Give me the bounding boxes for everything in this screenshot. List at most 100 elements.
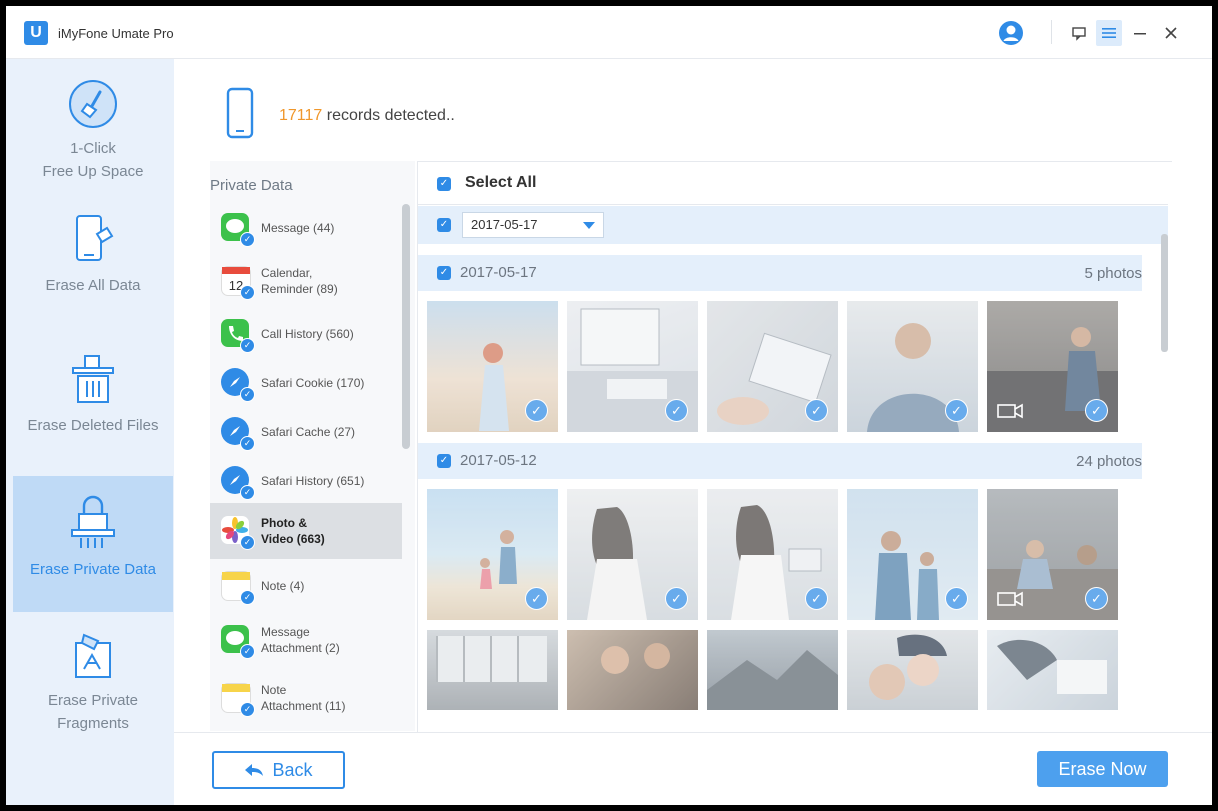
menu-icon[interactable] bbox=[1096, 20, 1122, 46]
records-detected: 17117 records detected.. bbox=[279, 107, 455, 125]
category-message[interactable]: ✓ Message (44) bbox=[210, 205, 402, 251]
select-all-checkbox[interactable]: ✓ bbox=[437, 177, 451, 191]
private-data-list: Private Data ✓ Message (44) 12 ✓ Calenda… bbox=[210, 161, 415, 731]
app-title: iMyFone Umate Pro bbox=[58, 26, 174, 41]
date-filter-row: ✓ 2017-05-17 bbox=[418, 206, 1168, 244]
photo-thumbnail[interactable] bbox=[427, 630, 558, 710]
checked-icon: ✓ bbox=[240, 232, 255, 247]
select-all-row: ✓ Select All bbox=[418, 162, 1168, 205]
photo-thumbnail[interactable] bbox=[707, 630, 838, 710]
sidebar-item-label: Erase Private Data bbox=[30, 561, 156, 578]
video-icon bbox=[997, 591, 1023, 607]
phone-erase-icon bbox=[76, 215, 114, 261]
sidebar-item-label: Free Up Space bbox=[42, 163, 144, 180]
group-checkbox[interactable]: ✓ bbox=[437, 266, 451, 280]
back-arrow-icon bbox=[245, 764, 264, 776]
chevron-down-icon bbox=[583, 222, 595, 229]
checked-icon: ✓ bbox=[240, 702, 255, 717]
app-window: U iMyFone Umate Pro 1-Click Free Up Spac… bbox=[6, 6, 1212, 805]
sidebar-item-label: Fragments bbox=[57, 715, 129, 732]
photo-thumbnail[interactable]: ✓ bbox=[427, 489, 558, 620]
checked-icon: ✓ bbox=[240, 338, 255, 353]
category-note[interactable]: ✓ Note (4) bbox=[210, 563, 402, 609]
checked-icon: ✓ bbox=[240, 644, 255, 659]
lock-shredder-icon bbox=[71, 495, 115, 548]
category-label: Message (44) bbox=[261, 221, 335, 235]
checked-icon: ✓ bbox=[665, 399, 688, 422]
photo-thumbnail[interactable] bbox=[567, 630, 698, 710]
category-label: Calendar, bbox=[261, 266, 313, 280]
minimize-icon[interactable] bbox=[1127, 20, 1153, 46]
group-count: 24 photos bbox=[1076, 453, 1142, 470]
category-message-attachment[interactable]: ✓ Message Attachment (2) bbox=[210, 617, 402, 663]
photo-thumbnail[interactable]: ✓ bbox=[987, 301, 1118, 432]
category-label: Safari History (651) bbox=[261, 474, 365, 488]
photo-thumbnail[interactable]: ✓ bbox=[847, 301, 978, 432]
checked-icon: ✓ bbox=[240, 535, 255, 550]
group-checkbox[interactable]: ✓ bbox=[437, 454, 451, 468]
back-button[interactable]: Back bbox=[212, 751, 345, 789]
sidebar-item-erase-deleted-files[interactable]: Erase Deleted Files bbox=[13, 354, 173, 444]
checked-icon: ✓ bbox=[1085, 587, 1108, 610]
category-label: Message bbox=[261, 625, 310, 639]
account-icon[interactable] bbox=[998, 20, 1024, 46]
record-text: records detected.. bbox=[326, 107, 455, 124]
title-separator bbox=[1051, 20, 1052, 44]
group-count: 5 photos bbox=[1084, 265, 1142, 282]
sidebar-item-erase-private-fragments[interactable]: Erase Private Fragments bbox=[13, 631, 173, 751]
group-date: 2017-05-17 bbox=[460, 264, 537, 281]
photo-group-header: ✓ 2017-05-17 5 photos bbox=[418, 255, 1142, 291]
sidebar-item-erase-all-data[interactable]: Erase All Data bbox=[13, 214, 173, 304]
photo-thumbnail[interactable]: ✓ bbox=[707, 301, 838, 432]
sidebar-item-erase-private-data[interactable]: Erase Private Data bbox=[13, 476, 173, 612]
photo-scrollbar[interactable] bbox=[1161, 234, 1168, 352]
category-safari-cache[interactable]: ✓ Safari Cache (27) bbox=[210, 409, 402, 455]
category-call-history[interactable]: ✓ Call History (560) bbox=[210, 311, 402, 357]
sidebar-item-label: Erase Private bbox=[47, 692, 139, 709]
category-safari-history[interactable]: ✓ Safari History (651) bbox=[210, 458, 402, 504]
erase-now-button[interactable]: Erase Now bbox=[1037, 751, 1168, 787]
main-content: 17117 records detected.. Private Data ✓ … bbox=[174, 59, 1212, 805]
category-scrollbar[interactable] bbox=[402, 204, 410, 449]
sidebar: 1-Click Free Up Space Erase All Data Era… bbox=[6, 59, 174, 805]
checked-icon: ✓ bbox=[665, 587, 688, 610]
feedback-icon[interactable] bbox=[1066, 20, 1092, 46]
broom-icon bbox=[69, 80, 117, 128]
private-data-title: Private Data bbox=[210, 177, 293, 194]
photo-thumbnail[interactable]: ✓ bbox=[987, 489, 1118, 620]
checked-icon: ✓ bbox=[240, 387, 255, 402]
photo-thumbnail[interactable]: ✓ bbox=[567, 489, 698, 620]
title-bar: U iMyFone Umate Pro bbox=[6, 6, 1212, 59]
erase-now-label: Erase Now bbox=[1058, 758, 1147, 779]
category-label: Attachment (2) bbox=[261, 641, 340, 655]
sidebar-item-label: 1-Click bbox=[70, 140, 116, 157]
photo-thumbnail[interactable]: ✓ bbox=[847, 489, 978, 620]
photo-panel: ✓ Select All ✓ 2017-05-17 ✓ 2017-05-17 5… bbox=[417, 161, 1172, 732]
checked-icon: ✓ bbox=[1085, 399, 1108, 422]
category-safari-cookie[interactable]: ✓ Safari Cookie (170) bbox=[210, 360, 402, 406]
filter-checkbox[interactable]: ✓ bbox=[437, 218, 451, 232]
category-label: Safari Cookie (170) bbox=[261, 376, 365, 390]
sidebar-item-label: Erase Deleted Files bbox=[27, 417, 159, 434]
photo-thumbnail[interactable] bbox=[987, 630, 1118, 710]
checked-icon: ✓ bbox=[945, 587, 968, 610]
checked-icon: ✓ bbox=[525, 587, 548, 610]
photo-thumbnail[interactable]: ✓ bbox=[567, 301, 698, 432]
photo-thumbnail[interactable]: ✓ bbox=[707, 489, 838, 620]
date-select[interactable]: 2017-05-17 bbox=[462, 212, 604, 238]
checked-icon: ✓ bbox=[240, 590, 255, 605]
category-calendar-reminder[interactable]: 12 ✓ Calendar, Reminder (89) bbox=[210, 258, 402, 304]
video-icon bbox=[997, 403, 1023, 419]
sidebar-item-free-up-space[interactable]: 1-Click Free Up Space bbox=[13, 79, 173, 199]
select-all-label: Select All bbox=[465, 174, 537, 191]
category-photo-video[interactable]: ✓ Photo & Video (663) bbox=[210, 503, 402, 559]
category-label: Note bbox=[261, 683, 287, 697]
category-note-attachment[interactable]: ✓ Note Attachment (11) bbox=[210, 675, 402, 721]
photo-thumbnail[interactable]: ✓ bbox=[427, 301, 558, 432]
photo-thumbnail[interactable] bbox=[847, 630, 978, 710]
close-icon[interactable] bbox=[1158, 20, 1184, 46]
checked-icon: ✓ bbox=[945, 399, 968, 422]
phone-icon bbox=[226, 87, 254, 139]
group-date: 2017-05-12 bbox=[460, 452, 537, 469]
checked-icon: ✓ bbox=[240, 485, 255, 500]
